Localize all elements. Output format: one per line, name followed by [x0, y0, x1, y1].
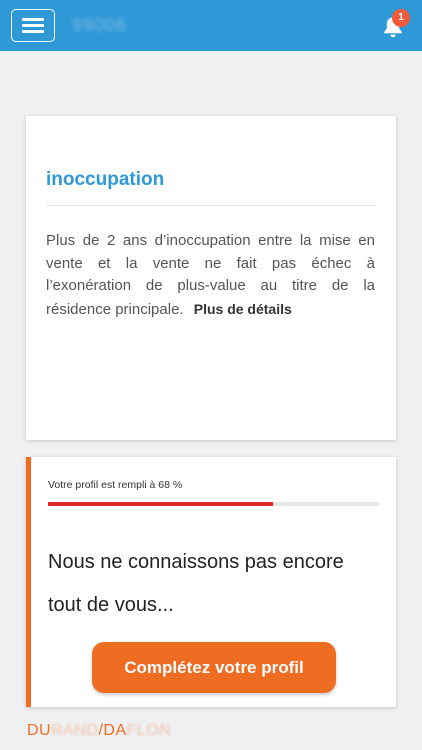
card-title: inoccupation: [46, 169, 165, 190]
logo-part: RAND: [51, 722, 99, 739]
divider: [46, 205, 375, 206]
details-link[interactable]: Plus de détails: [194, 301, 292, 317]
brand-logo: DURAND/DAFLON: [27, 722, 171, 740]
menu-icon-bar: [22, 18, 44, 21]
top-app-bar: 99006 1: [0, 0, 422, 51]
menu-button[interactable]: [11, 9, 55, 42]
logo-part: /DA: [98, 722, 127, 739]
card-body: Plus de 2 ans d’inoccupation entre la mi…: [46, 230, 375, 321]
accent-bar: [26, 457, 31, 707]
profile-message: Nous ne connaissons pas encore tout de v…: [48, 551, 344, 616]
logo-part: FLON: [126, 722, 172, 739]
notification-badge: 1: [392, 9, 410, 27]
profile-progress-bar: [48, 502, 379, 506]
info-card: inoccupation Plus de 2 ans d’inoccupatio…: [26, 116, 396, 440]
logo-part: DU: [27, 722, 52, 739]
profile-progress-fill: [48, 502, 274, 506]
app-title: 99006: [72, 15, 128, 35]
menu-icon-bar: [22, 30, 44, 33]
profile-completion-card: Votre profil est rempli à 68 % Nous ne c…: [26, 457, 396, 707]
complete-profile-button[interactable]: Complétez votre profil: [92, 642, 336, 693]
menu-icon-bar: [22, 24, 44, 27]
profile-status-text: Votre profil est rempli à 68 %: [48, 479, 183, 491]
